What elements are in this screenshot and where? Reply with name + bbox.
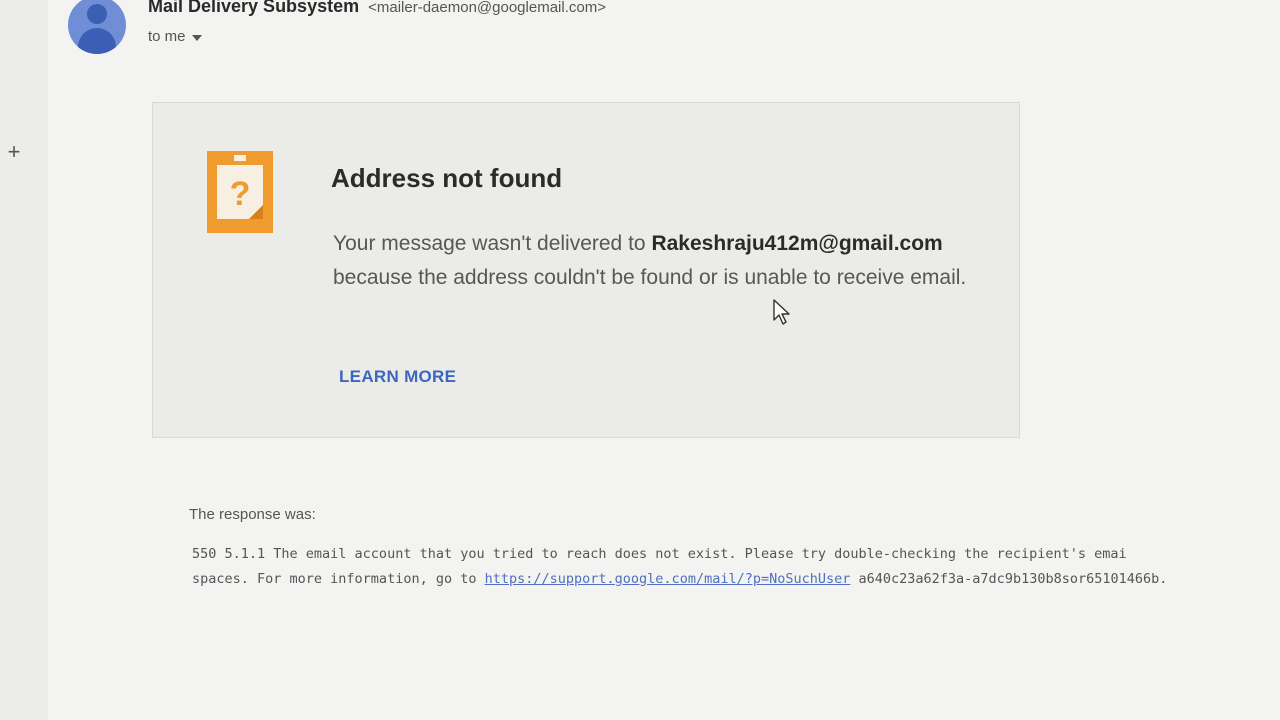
response-line-2: spaces. For more information, go to http… bbox=[192, 571, 1167, 587]
caret-down-icon[interactable] bbox=[191, 34, 202, 41]
avatar-head bbox=[87, 4, 107, 24]
response-line-1: 550 5.1.1 The email account that you tri… bbox=[192, 546, 1127, 562]
sender-name[interactable]: Mail Delivery Subsystem bbox=[148, 0, 359, 16]
avatar-body bbox=[78, 28, 116, 54]
sender-email: <mailer-daemon@googlemail.com> bbox=[368, 0, 606, 16]
sender-line: Mail Delivery Subsystem <mailer-daemon@g… bbox=[148, 0, 606, 17]
message-prefix: Your message wasn't delivered to bbox=[333, 232, 646, 255]
message-suffix: because the address couldn't be found or… bbox=[333, 266, 967, 289]
response-line-2-suffix: a640c23a62f3a-a7dc9b130b8sor65101466b. bbox=[858, 571, 1168, 587]
learn-more-link[interactable]: LEARN MORE bbox=[339, 367, 456, 387]
response-line-2-prefix: spaces. For more information, go to bbox=[192, 571, 477, 587]
left-sidebar: + bbox=[0, 0, 48, 720]
recipient-address: Rakeshraju412m@gmail.com bbox=[651, 232, 943, 255]
response-label: The response was: bbox=[189, 506, 316, 523]
email-view: + Mail Delivery Subsystem <mailer-daemon… bbox=[0, 0, 1280, 720]
recipient-details-toggle[interactable]: to me bbox=[148, 28, 202, 45]
bounce-notice-card: ? Address not found Your message wasn't … bbox=[152, 102, 1020, 438]
question-document-icon: ? bbox=[207, 151, 273, 233]
notice-title: Address not found bbox=[331, 163, 563, 193]
support-link[interactable]: https://support.google.com/mail/?p=NoSuc… bbox=[485, 571, 851, 587]
notice-message: Your message wasn't delivered to Rakeshr… bbox=[333, 227, 1013, 295]
mouse-cursor-icon bbox=[773, 299, 790, 325]
plus-icon[interactable]: + bbox=[4, 140, 24, 164]
avatar[interactable] bbox=[68, 0, 126, 54]
svg-text:?: ? bbox=[230, 175, 251, 213]
recipient-label: to me bbox=[148, 28, 186, 45]
